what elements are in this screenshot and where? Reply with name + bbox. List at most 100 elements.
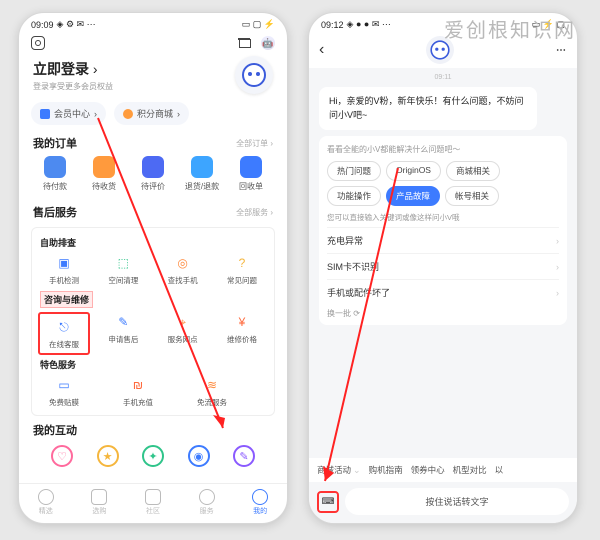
interact-3[interactable]: ✦ xyxy=(142,445,164,467)
chip-fault[interactable]: 产品故障 xyxy=(386,186,440,206)
quick-more[interactable]: 以 xyxy=(495,464,504,476)
phone-check-icon: ▣ xyxy=(54,253,74,273)
svc-phone-check[interactable]: ▣手机检测 xyxy=(38,253,90,286)
headset-icon: ⎋ xyxy=(54,317,74,337)
chevron-right-icon: › xyxy=(556,288,559,298)
all-orders-link[interactable]: 全部订单 › xyxy=(236,138,273,149)
member-center-pill[interactable]: 会员中心 › xyxy=(31,102,106,125)
quick-mall-activity[interactable]: 商城活动⌄ xyxy=(317,464,361,476)
avatar[interactable] xyxy=(235,56,273,94)
quick-buying-guide[interactable]: 购机指南 xyxy=(369,464,403,476)
form-icon: ✎ xyxy=(113,312,133,332)
tab-featured[interactable]: 精选 xyxy=(38,489,54,516)
svc-free-data[interactable]: ≋免流服务 xyxy=(186,375,238,408)
faq-card: 看看全能的小V都能解决什么问题吧～ 热门问题 OriginOS 商城相关 功能操… xyxy=(319,136,567,325)
self-check-subtitle: 自助排查 xyxy=(40,236,268,249)
shop-icon xyxy=(91,489,107,505)
svc-faq[interactable]: ?常见问题 xyxy=(216,253,268,286)
recharge-icon: ₪ xyxy=(128,375,148,395)
order-recycle[interactable]: 回收单 xyxy=(229,156,273,192)
q-charging[interactable]: 充电异常› xyxy=(327,227,559,253)
chip-hot[interactable]: 热门问题 xyxy=(327,161,381,181)
package-icon xyxy=(93,156,115,178)
login-title: 立即登录 › xyxy=(33,59,113,79)
quick-compare[interactable]: 机型对比 xyxy=(453,464,487,476)
tab-community[interactable]: 社区 xyxy=(145,489,161,516)
interact-1[interactable]: ♡ xyxy=(51,445,73,467)
chevron-down-icon: ⌄ xyxy=(353,465,361,476)
back-button[interactable]: ‹ xyxy=(319,41,324,59)
review-icon xyxy=(142,156,164,178)
orders-title: 我的订单 xyxy=(33,135,77,151)
interact-5[interactable]: ✎ xyxy=(233,445,255,467)
assistant-avatar[interactable] xyxy=(426,36,454,64)
status-icons: ◈ ⚙ ✉ ⋯ xyxy=(57,19,96,30)
service-icon xyxy=(199,489,215,505)
consult-repair-subtitle: 咨询与维修 xyxy=(40,291,93,308)
refresh-button[interactable]: 换一批 ⟳ xyxy=(327,308,559,319)
svc-repair-price[interactable]: ¥维修价格 xyxy=(216,312,268,355)
price-icon: ¥ xyxy=(232,312,252,332)
featured-icon xyxy=(38,489,54,505)
phone-right: 09:12 ◈ ● ● ✉ ⋯ ▭ ⚡ ▢ ‹ ⋯ 09:11 Hi，亲爱的V粉… xyxy=(308,12,578,524)
interact-2[interactable]: ★ xyxy=(97,445,119,467)
community-icon xyxy=(145,489,161,505)
chevron-right-icon: › xyxy=(556,262,559,272)
cart-icon[interactable] xyxy=(237,36,251,50)
login-subtitle: 登录享受更多会员权益 xyxy=(33,81,113,92)
status-time: 09:12 xyxy=(321,20,344,30)
all-services-link[interactable]: 全部服务 › xyxy=(236,207,273,218)
data-icon: ≋ xyxy=(202,375,222,395)
input-bar: ⌨ 按住说话转文字 xyxy=(309,482,577,523)
quick-links-row: 商城活动⌄ 购机指南 领券中心 机型对比 以 xyxy=(309,458,577,482)
tab-shop[interactable]: 选购 xyxy=(91,489,107,516)
svc-recharge[interactable]: ₪手机充值 xyxy=(112,375,164,408)
order-pending-pay[interactable]: 待付款 xyxy=(33,156,77,192)
quick-coupon[interactable]: 领券中心 xyxy=(411,464,445,476)
voice-input-button[interactable]: 按住说话转文字 xyxy=(345,488,569,515)
order-pending-receive[interactable]: 待收货 xyxy=(82,156,126,192)
chip-function[interactable]: 功能操作 xyxy=(327,186,381,206)
q-sim[interactable]: SIM卡不识别› xyxy=(327,253,559,279)
member-label: 会员中心 xyxy=(54,107,90,120)
svc-online-service[interactable]: ⎋在线客服 xyxy=(38,312,90,355)
faq-icon: ? xyxy=(232,253,252,273)
recycle-icon xyxy=(240,156,262,178)
q-broken[interactable]: 手机或配件坏了› xyxy=(327,279,559,305)
settings-icon[interactable] xyxy=(31,36,45,50)
points-label: 积分商城 xyxy=(137,107,173,120)
chevron-right-icon: › xyxy=(556,236,559,246)
order-refund[interactable]: 退货/退款 xyxy=(180,156,224,192)
chip-account[interactable]: 帐号相关 xyxy=(445,186,499,206)
more-button[interactable]: ⋯ xyxy=(556,45,567,56)
keyboard-icon: ⌨ xyxy=(322,496,335,507)
points-mall-pill[interactable]: 积分商城 › xyxy=(114,102,189,125)
member-icon xyxy=(40,109,50,119)
phone-left: 09:09 ◈ ⚙ ✉ ⋯ ▭ ▢ ⚡ 🤖 立即登录 › 登录享受更多会员权益 xyxy=(18,12,288,524)
interact-4[interactable]: ◉ xyxy=(188,445,210,467)
svc-service-point[interactable]: ⌖服务网点 xyxy=(157,312,209,355)
film-icon: ▭ xyxy=(54,375,74,395)
chip-mall[interactable]: 商城相关 xyxy=(446,161,500,181)
svc-space-clean[interactable]: ⬚空间清理 xyxy=(97,253,149,286)
keyboard-toggle-button[interactable]: ⌨ xyxy=(317,491,339,513)
assistant-icon[interactable]: 🤖 xyxy=(261,36,275,50)
tab-bar: 精选 选购 社区 服务 我的 xyxy=(19,483,287,523)
location-icon: ⌖ xyxy=(173,312,193,332)
order-pending-review[interactable]: 待评价 xyxy=(131,156,175,192)
special-service-subtitle: 特色服务 xyxy=(40,358,268,371)
status-time: 09:09 xyxy=(31,20,54,30)
status-bar: 09:12 ◈ ● ● ✉ ⋯ ▭ ⚡ ▢ xyxy=(309,13,577,32)
clean-icon: ⬚ xyxy=(113,253,133,273)
faq-hint: 您可以直接输入关键词或像这样问小V哦 xyxy=(327,212,559,223)
svc-free-film[interactable]: ▭免费贴膜 xyxy=(38,375,90,408)
tab-mine[interactable]: 我的 xyxy=(252,489,268,516)
wallet-icon xyxy=(44,156,66,178)
tab-service[interactable]: 服务 xyxy=(199,489,215,516)
chip-originos[interactable]: OriginOS xyxy=(386,161,441,181)
login-row[interactable]: 立即登录 › 登录享受更多会员权益 xyxy=(19,54,287,98)
svc-find-phone[interactable]: ◎查找手机 xyxy=(157,253,209,286)
aftersale-title: 售后服务 xyxy=(33,204,77,220)
greeting-bubble: Hi，亲爱的V粉，新年快乐！有什么问题，不妨问问小V吧~ xyxy=(319,87,537,130)
svc-apply-aftersale[interactable]: ✎申请售后 xyxy=(97,312,149,355)
